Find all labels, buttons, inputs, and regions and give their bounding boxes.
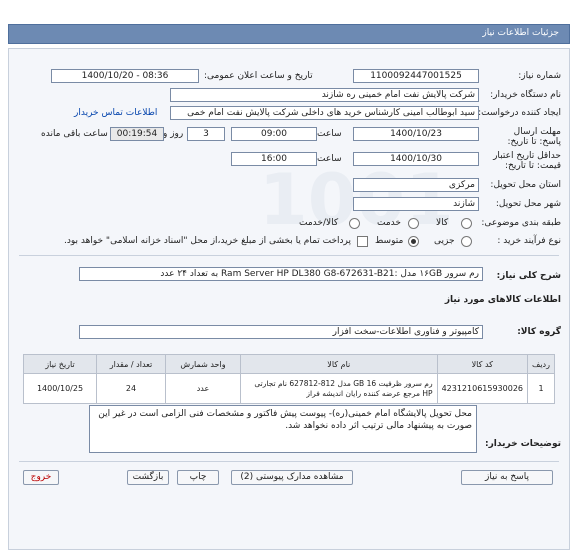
- process-medium-radio[interactable]: [408, 236, 419, 247]
- need-number-label: شماره نیاز:: [518, 71, 561, 81]
- description-label: شرح کلی نیاز:: [496, 271, 561, 281]
- back-button[interactable]: بازگشت: [127, 470, 169, 485]
- col-date: تاریخ نیاز: [23, 354, 97, 374]
- row-date: 1400/10/25: [23, 373, 97, 404]
- process-label: نوع فرآیند خرید :: [497, 236, 561, 246]
- days-label: روز و: [163, 129, 184, 139]
- process-minor-radio[interactable]: [461, 236, 472, 247]
- row-qty: 24: [96, 373, 166, 404]
- goods-group-field: کامپیوتر و فناوری اطلاعات-سخت افزار: [79, 325, 483, 339]
- row-unit: عدد: [165, 373, 241, 404]
- remaining-time-field: 00:19:54: [110, 127, 164, 141]
- remaining-label: ساعت باقی مانده: [41, 129, 108, 139]
- category-goods-radio[interactable]: [461, 218, 472, 229]
- city-label: شهر محل تحویل:: [495, 199, 561, 209]
- category-both-label: کالا/خدمت: [299, 218, 339, 228]
- col-name: نام کالا: [240, 354, 438, 374]
- send-time-label: ساعت: [317, 129, 342, 139]
- need-number-field: 1100092447001525: [353, 69, 479, 83]
- divider: [19, 255, 559, 256]
- goods-group-label: گروه کالا:: [517, 327, 561, 337]
- divider-bottom: [19, 461, 559, 462]
- validity-time-field: 16:00: [231, 152, 317, 166]
- buyer-label: نام دستگاه خریدار:: [490, 90, 561, 100]
- validity-time-label: ساعت: [317, 154, 342, 164]
- table-row: 1400/10/25 24 عدد رم سرور ظرفیت 16 GB مد…: [23, 373, 555, 404]
- buyer-notes-label: توضیحات خریدار:: [485, 439, 561, 449]
- details-panel: 1001 شماره نیاز: 1100092447001525 تاریخ …: [8, 48, 570, 550]
- buyer-contact-link[interactable]: اطلاعات تماس خریدار: [74, 108, 157, 118]
- col-code: کد کالا: [436, 354, 529, 374]
- province-label: استان محل تحویل:: [490, 180, 561, 190]
- category-label: طبقه بندی موضوعی:: [481, 218, 561, 228]
- category-both-radio[interactable]: [349, 218, 360, 229]
- row-index: 1: [527, 373, 555, 404]
- page-header: جزئیات اطلاعات نیاز: [8, 24, 570, 44]
- page-title: جزئیات اطلاعات نیاز: [482, 28, 559, 38]
- buyer-notes-field: محل تحویل پالایشگاه امام خمینی(ره)- پیوس…: [89, 405, 477, 453]
- category-goods-label: کالا: [436, 218, 449, 228]
- goods-table: تاریخ نیاز تعداد / مقدار واحد شمارش نام …: [23, 354, 555, 404]
- description-field: رم سرور ۱۶GB مدل :Ram Server HP DL380 G8…: [79, 267, 483, 281]
- creator-label: ایجاد کننده درخواست:: [478, 108, 561, 118]
- category-service-label: خدمت: [377, 218, 401, 228]
- col-qty: تعداد / مقدار: [96, 354, 166, 374]
- exit-button[interactable]: خروج: [23, 470, 59, 485]
- announce-field: 1400/10/20 - 08:36: [51, 69, 199, 83]
- col-unit: واحد شمارش: [165, 354, 241, 374]
- row-name: رم سرور ظرفیت 16 GB مدل 812-627812 نام ت…: [240, 373, 438, 404]
- province-field: مرکزی: [353, 178, 479, 192]
- print-button[interactable]: چاپ: [177, 470, 219, 485]
- buyer-field: شرکت پالایش نفت امام خمینی ره شازند: [170, 88, 479, 102]
- days-field: 3: [187, 127, 225, 141]
- process-medium-label: متوسط: [375, 236, 404, 246]
- payment-note: پرداخت تمام یا بخشی از مبلغ خرید،از محل …: [64, 236, 352, 246]
- send-date-field: 1400/10/23: [353, 127, 479, 141]
- creator-field: سید ابوطالب امینی کارشناس خرید های داخلی…: [170, 106, 479, 120]
- announce-label: تاریخ و ساعت اعلان عمومی:: [204, 71, 313, 81]
- price-validity-label: حداقل تاریخ اعتبار قیمت: تا تاریخ:: [493, 151, 561, 171]
- goods-section-title: اطلاعات کالاهای مورد نیاز: [444, 295, 561, 305]
- treasury-checkbox[interactable]: [357, 236, 368, 247]
- reply-button[interactable]: پاسخ به نیاز: [461, 470, 553, 485]
- category-service-radio[interactable]: [408, 218, 419, 229]
- process-minor-label: جزیی: [434, 236, 455, 246]
- send-deadline-label: مهلت ارسال پاسخ: تا تاریخ:: [507, 127, 561, 147]
- row-code: 4231210615930026: [436, 373, 529, 404]
- view-attachments-button[interactable]: مشاهده مدارک پیوستی (2): [231, 470, 353, 485]
- validity-date-field: 1400/10/30: [353, 152, 479, 166]
- send-time-field: 09:00: [231, 127, 317, 141]
- col-index: ردیف: [527, 354, 555, 374]
- city-field: شازند: [353, 197, 479, 211]
